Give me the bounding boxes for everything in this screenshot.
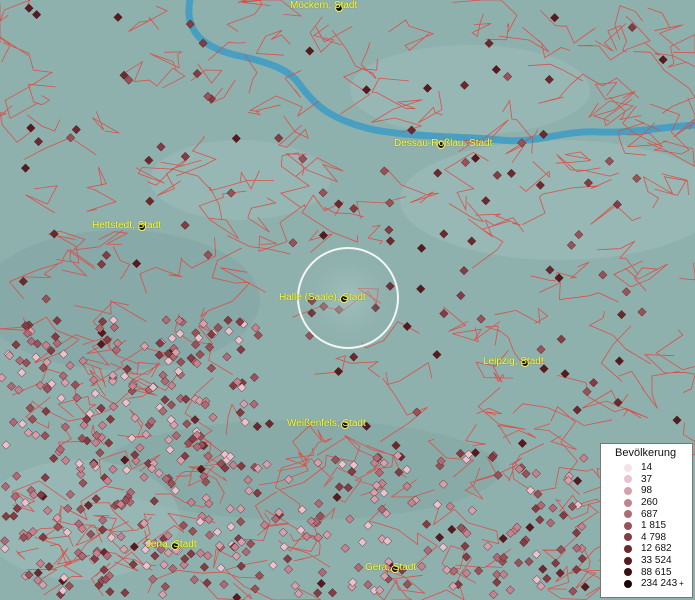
legend-label: 88 615 (641, 566, 672, 578)
legend-swatch (624, 556, 632, 565)
legend-swatch (624, 510, 632, 519)
population-legend: Bevölkerung 14 37 98 260 687 1 815 4 798… (600, 443, 693, 598)
legend-item: 98 (607, 485, 688, 497)
legend-item: 14 (607, 462, 688, 474)
city-label-gera[interactable]: Gera, Stadt (365, 562, 416, 574)
legend-label: 4 798 (641, 531, 667, 543)
city-label-leipzig[interactable]: Leipzig, Stadt (483, 356, 544, 368)
legend-plus: + (679, 579, 684, 589)
legend-swatch (624, 544, 632, 553)
legend-label: 37 (641, 473, 653, 485)
legend-label: 98 (641, 485, 653, 497)
city-label-dessau[interactable]: Dessau-Roßlau, Stadt (394, 138, 492, 150)
city-label-weissenfels[interactable]: Weißenfels, Stadt (287, 418, 366, 430)
legend-label: 33 524 (641, 555, 672, 567)
legend-item: 1 815 (607, 520, 688, 532)
legend-swatch (624, 533, 632, 542)
legend-swatch (624, 498, 632, 507)
legend-label: 12 682 (641, 543, 672, 555)
legend-swatch (624, 463, 632, 472)
legend-item: 12 682 (607, 543, 688, 555)
legend-swatch (624, 486, 632, 495)
legend-swatch (624, 568, 632, 577)
city-label-halle[interactable]: Halle (Saale), Stadt (279, 292, 366, 304)
legend-label: 1 815 (641, 520, 667, 532)
legend-swatch (624, 475, 632, 484)
legend-item: 260 (607, 497, 688, 509)
legend-label: 234 243 (641, 578, 678, 590)
city-label-moeckern[interactable]: Möckern, Stadt (290, 0, 357, 12)
legend-swatch (624, 579, 632, 588)
city-label-hettstedt[interactable]: Hettstedt, Stadt (92, 220, 161, 232)
legend-label: 260 (641, 497, 658, 509)
legend-item: 37 (607, 474, 688, 486)
legend-label: 14 (641, 462, 653, 474)
legend-item: 4 798 (607, 532, 688, 544)
legend-swatch (624, 521, 632, 530)
legend-item: 33 524 (607, 555, 688, 567)
legend-item: 234 243 + (607, 578, 688, 590)
legend-title: Bevölkerung (615, 447, 677, 459)
legend-label: 687 (641, 508, 658, 520)
legend-item: 88 615 (607, 566, 688, 578)
legend-item: 687 (607, 508, 688, 520)
city-label-jena[interactable]: Jena, Stadt (146, 539, 197, 551)
